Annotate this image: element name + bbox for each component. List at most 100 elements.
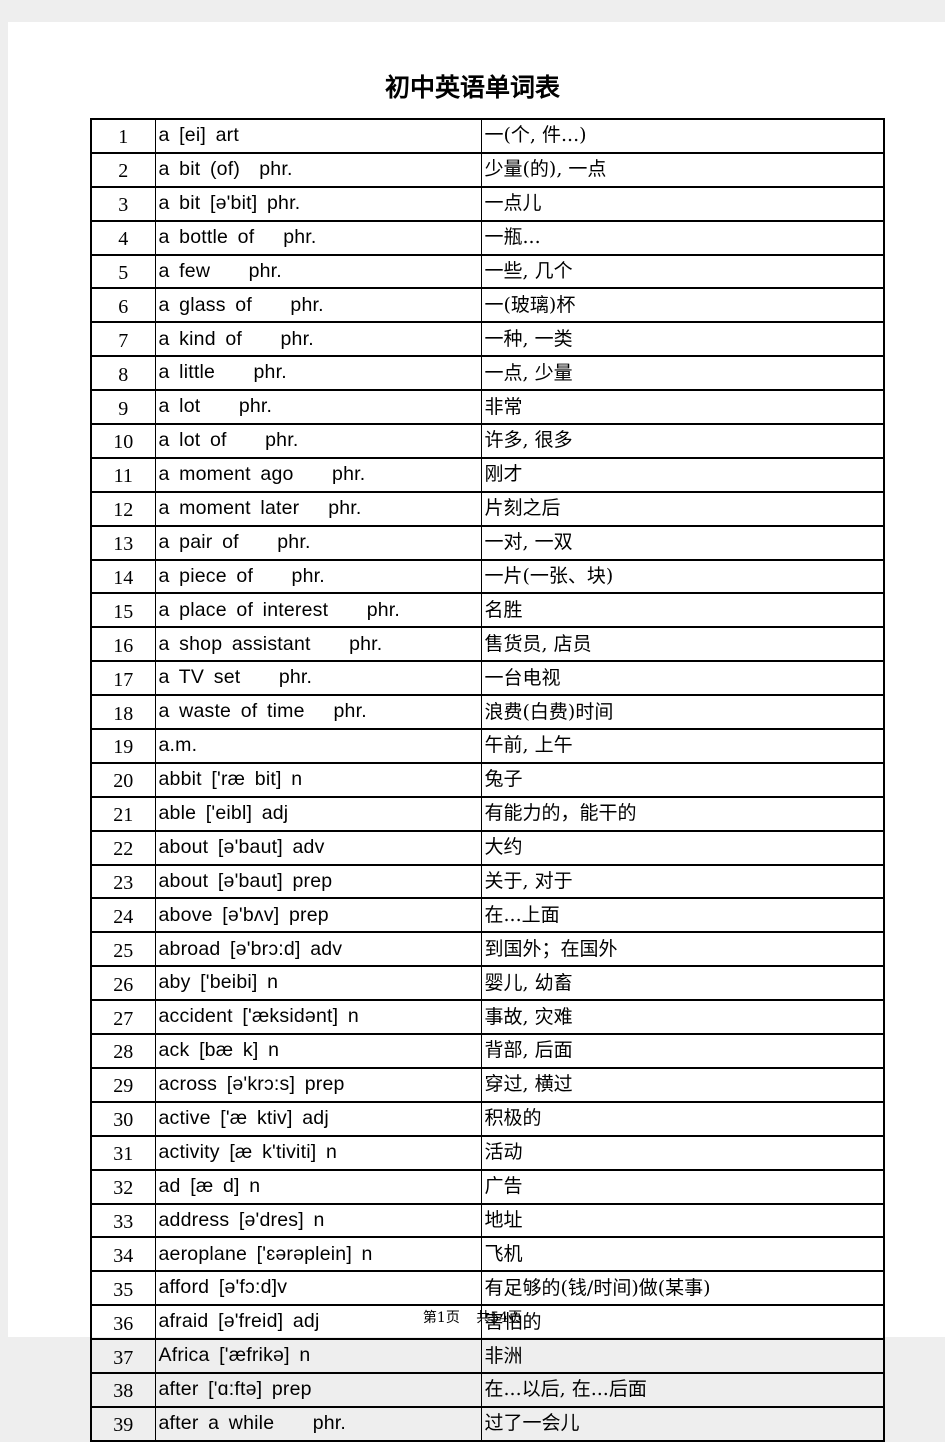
row-number: 30 [90, 1101, 156, 1137]
table-row: 5a few phr. 一些, 几个 [90, 254, 885, 289]
table-row: 26 aby ['beibi] n 婴儿, 幼畜 [90, 965, 885, 1001]
meaning: 广告 [480, 1169, 885, 1204]
row-number: 21 [90, 796, 156, 832]
meaning: 活动 [480, 1135, 885, 1171]
vocabulary-table: 1a [ei] art 一(个, 件...) 2 a bit (of) phr. 少量(… [90, 118, 885, 1442]
meaning: 一些, 几个 [480, 254, 885, 289]
meaning: 过了一会儿 [480, 1406, 885, 1442]
table-row: 6a glass of phr. 一(玻璃)杯 [90, 287, 885, 323]
word-entry: afford [ə'fɔ:d]v [154, 1270, 482, 1306]
table-row: 27 accident ['æksidənt] n 事故, 灾难 [90, 999, 885, 1035]
row-number: 11 [90, 457, 156, 493]
table-row: 37 Africa ['æfrikə] n 非洲 [90, 1338, 885, 1374]
table-row: 18 a waste of time phr. 浪费(白费)时间 [90, 694, 885, 730]
word-entry: a piece of phr. [154, 559, 482, 594]
word-entry: a few phr. [154, 254, 482, 289]
meaning: 兔子 [480, 762, 885, 798]
meaning: 一对, 一双 [480, 525, 885, 561]
meaning: 一(个, 件...) [480, 118, 885, 154]
row-number: 4 [90, 220, 156, 256]
meaning: 名胜 [480, 592, 885, 628]
table-row: 8a little phr. 一点, 少量 [90, 355, 885, 391]
page-footer: 第1页 共54页 [422, 1310, 523, 1326]
meaning: 在...以后, 在...后面 [480, 1372, 885, 1408]
meaning: 一片(一张、块) [480, 559, 885, 594]
row-number: 14 [90, 559, 156, 594]
page-title: 初中英语单词表 [384, 73, 560, 102]
row-number: 26 [90, 965, 156, 1001]
table-row: 17 a TV set phr. 一台电视 [90, 660, 885, 696]
table-row: 4a bottle of phr. 一瓶... [90, 220, 885, 256]
row-number: 24 [90, 897, 156, 933]
row-number: 23 [90, 864, 156, 899]
row-number: 8 [90, 355, 156, 391]
meaning: 穿过, 横过 [480, 1067, 885, 1103]
meaning: 关于, 对于 [480, 864, 885, 899]
meaning: 有能力的，能干的 [480, 796, 885, 832]
word-entry: active ['æ ktiv] adj [154, 1101, 482, 1137]
meaning: 婴儿, 幼畜 [480, 965, 885, 1001]
table-row: 38 after ['ɑ:ftə] prep 在...以后, 在...后面 [90, 1372, 885, 1408]
meaning: 一种, 一类 [480, 321, 885, 357]
word-entry: a kind of phr. [154, 321, 482, 357]
row-number: 27 [90, 999, 156, 1035]
meaning: 在...上面 [480, 897, 885, 933]
table-row: 9a lot phr. 非常 [90, 389, 885, 425]
word-entry: activity [æ k'tiviti] n [154, 1135, 482, 1171]
meaning: 一点, 少量 [480, 355, 885, 391]
row-number: 25 [90, 931, 156, 967]
meaning: 飞机 [480, 1236, 885, 1272]
word-entry: a bit (of) phr. [154, 152, 482, 188]
row-number: 33 [90, 1203, 156, 1238]
word-entry: a bottle of phr. [154, 220, 482, 256]
word-entry: a [ei] art [154, 118, 482, 154]
word-entry: a moment later phr. [154, 491, 482, 527]
meaning: 浪费(白费)时间 [480, 694, 885, 730]
table-row: 13 a pair of phr. 一对, 一双 [90, 525, 885, 561]
meaning: 一点儿 [480, 186, 885, 222]
meaning: 事故, 灾难 [480, 999, 885, 1035]
row-number: 35 [90, 1270, 156, 1306]
row-number: 28 [90, 1033, 156, 1069]
row-number: 6 [90, 287, 156, 323]
word-entry: abroad [ə'brɔ:d] adv [154, 931, 482, 967]
table-row: 32 ad [æ d] n 广告 [90, 1169, 885, 1204]
row-number: 17 [90, 660, 156, 696]
meaning: 背部, 后面 [480, 1033, 885, 1069]
meaning: 一(玻璃)杯 [480, 287, 885, 323]
table-row: 20 abbit ['ræ bit] n 兔子 [90, 762, 885, 798]
table-row: 15 a place of interest phr. 名胜 [90, 592, 885, 628]
word-entry: a lot of phr. [154, 423, 482, 459]
meaning: 片刻之后 [480, 491, 885, 527]
word-entry: about [ə'baut] adv [154, 830, 482, 866]
meaning: 一瓶... [480, 220, 885, 256]
row-number: 32 [90, 1169, 156, 1204]
word-entry: a.m. [154, 728, 482, 764]
row-number: 13 [90, 525, 156, 561]
row-number: 19 [90, 728, 156, 764]
row-number: 31 [90, 1135, 156, 1171]
word-entry: a place of interest phr. [154, 592, 482, 628]
meaning: 到国外；在国外 [480, 931, 885, 967]
row-number: 34 [90, 1236, 156, 1272]
word-entry: after ['ɑ:ftə] prep [154, 1372, 482, 1408]
meaning: 午前, 上午 [480, 728, 885, 764]
table-row: 25 abroad [ə'brɔ:d] adv 到国外；在国外 [90, 931, 885, 967]
table-row: 10 a lot of phr. 许多, 很多 [90, 423, 885, 459]
word-entry: about [ə'baut] prep [154, 864, 482, 899]
row-number: 22 [90, 830, 156, 866]
word-entry: a shop assistant phr. [154, 626, 482, 662]
word-entry: a waste of time phr. [154, 694, 482, 730]
word-entry: a TV set phr. [154, 660, 482, 696]
table-row: 2a bit (of) phr. 少量(的), 一点 [90, 152, 885, 188]
table-row: 24 above [ə'bʌv] prep 在...上面 [90, 897, 885, 933]
word-entry: across [ə'krɔ:s] prep [154, 1067, 482, 1103]
table-row: 31 activity [æ k'tiviti] n 活动 [90, 1135, 885, 1171]
table-row: 19 a.m. 午前, 上午 [90, 728, 885, 764]
table-row: 30 active ['æ ktiv] adj 积极的 [90, 1101, 885, 1137]
meaning: 地址 [480, 1203, 885, 1238]
word-entry: accident ['æksidənt] n [154, 999, 482, 1035]
word-entry: a moment ago phr. [154, 457, 482, 493]
table-row: 22 about [ə'baut] adv 大约 [90, 830, 885, 866]
table-row: 21 able ['eibl] adj 有能力的，能干的 [90, 796, 885, 832]
